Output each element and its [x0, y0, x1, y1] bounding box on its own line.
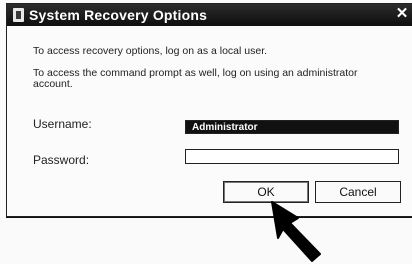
password-field[interactable] [185, 149, 399, 164]
password-label: Password: [33, 153, 90, 167]
title-bar[interactable]: System Recovery Options ✕ [7, 4, 412, 26]
username-field[interactable] [185, 120, 399, 134]
system-recovery-dialog: System Recovery Options ✕ To access reco… [6, 3, 412, 217]
intro-text-administrator: To access the command prompt as well, lo… [33, 67, 358, 90]
username-label: Username: [33, 117, 92, 131]
window-title: System Recovery Options [29, 7, 208, 23]
intro-text-local-user: To access recovery options, log on as a … [33, 45, 268, 57]
close-icon[interactable]: ✕ [393, 5, 411, 23]
recovery-window-icon [13, 8, 24, 22]
mouse-pointer-icon [271, 201, 321, 262]
